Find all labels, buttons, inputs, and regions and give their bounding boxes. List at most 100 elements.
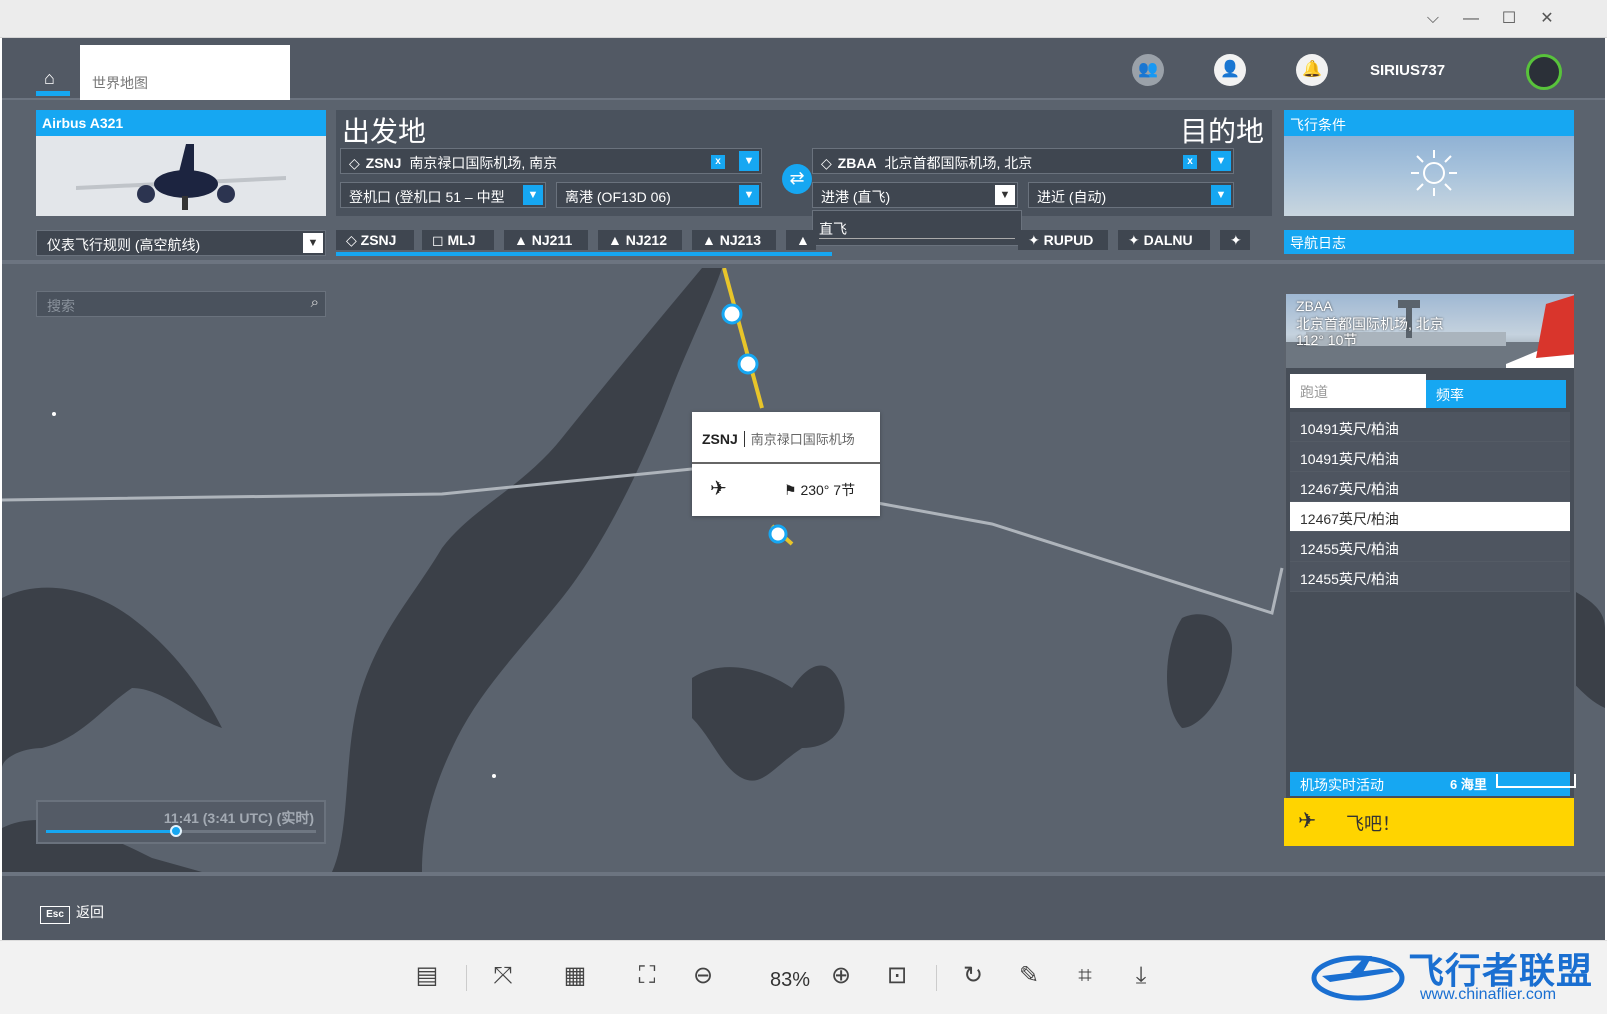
list-item[interactable]: 10491英尺/柏油 xyxy=(1290,412,1570,442)
approach-select[interactable]: 进近 (自动) ▼ xyxy=(1028,182,1234,208)
chevron-down-icon[interactable]: ▼ xyxy=(523,185,543,205)
arrival-procedure-value: 进港 (直飞) xyxy=(821,189,891,205)
waypoint-marker[interactable] xyxy=(737,353,759,375)
waypoint-chip[interactable]: ◇ ZSNJ xyxy=(336,230,414,250)
back-label: 返回 xyxy=(76,904,104,920)
ocr-icon[interactable]: ▦ xyxy=(558,959,592,993)
window-titlebar: ⌵ — ☐ ✕ xyxy=(0,0,1607,38)
swap-airports-button[interactable]: ⇄ xyxy=(782,164,812,194)
rotate-icon[interactable]: ↻ xyxy=(956,959,990,993)
waypoint-chip[interactable]: ✦ xyxy=(1220,230,1250,250)
home-icon: ⌂ xyxy=(44,68,55,88)
fly-button[interactable]: ✈ 飞吧！ xyxy=(1284,798,1574,846)
approach-value: 进近 (自动) xyxy=(1037,189,1107,205)
waypoint-chip[interactable]: ▲ NJ213 xyxy=(692,230,776,250)
departure-airport-name: 南京禄口国际机场, 南京 xyxy=(409,155,558,171)
departure-procedure-select[interactable]: 离港 (OF13D 06) ▼ xyxy=(556,182,762,208)
thumbnail-layout-icon[interactable]: ▤ xyxy=(410,959,444,993)
time-slider-handle[interactable] xyxy=(169,825,182,837)
zoom-level: 83% xyxy=(770,969,811,991)
waypoint-scroll-indicator xyxy=(336,252,832,256)
airport-icon: ◇ xyxy=(346,232,357,248)
fullscreen-icon[interactable]: ⛶ xyxy=(630,959,664,993)
list-item[interactable]: 12455英尺/柏油 xyxy=(1290,532,1570,562)
tab-frequencies[interactable]: 频率 xyxy=(1426,380,1566,408)
username[interactable]: SIRIUS737 xyxy=(1370,62,1445,79)
chevron-down-icon[interactable]: ▼ xyxy=(1211,151,1231,171)
chevron-down-icon[interactable]: ▼ xyxy=(739,185,759,205)
waypoint-marker[interactable] xyxy=(721,303,743,325)
airport-info-panel: ZBAA 北京首都国际机场, 北京 112° 10节 跑道 频率 10491英尺… xyxy=(1284,292,1576,804)
wind-value: 230° 7节 xyxy=(800,482,856,498)
clear-departure-icon[interactable]: x xyxy=(711,155,725,169)
airport-popup[interactable]: ZSNJ 南京禄口国际机场 ✈ ⚑ 230° 7节 xyxy=(692,412,880,516)
download-icon[interactable]: ⤓ xyxy=(1124,959,1158,993)
friends-icon[interactable]: 👥 xyxy=(1132,54,1164,86)
fix-icon: ▲ xyxy=(514,232,528,248)
departure-plane-icon: ✈ xyxy=(710,478,727,500)
gate-value: 登机口 (登机口 51 – 中型 xyxy=(349,189,505,205)
map-dot xyxy=(52,412,56,416)
popup-airport-code: ZSNJ xyxy=(702,431,745,447)
profile-icon[interactable]: 👤 xyxy=(1214,54,1246,86)
chevron-down-icon[interactable]: ⌵ xyxy=(1422,8,1444,30)
gate-select[interactable]: 登机口 (登机口 51 – 中型 ▼ xyxy=(340,182,546,208)
wind-info: ⚑ 230° 7节 xyxy=(784,480,855,500)
time-slider-track[interactable] xyxy=(46,825,316,837)
aircraft-name: Airbus A321 xyxy=(36,110,326,136)
chevron-down-icon[interactable]: ▼ xyxy=(1211,185,1231,205)
waypoint-label: NJ211 xyxy=(531,232,573,248)
destination-title: 目的地 xyxy=(1179,116,1264,147)
world-map-tab[interactable]: 世界地图 xyxy=(80,45,290,100)
minimize-icon[interactable]: — xyxy=(1460,8,1482,30)
flight-rules-select[interactable]: 仪表飞行规则 (高空航线) ▼ xyxy=(36,230,326,256)
home-tab-underline xyxy=(36,91,70,96)
list-item[interactable]: 12455英尺/柏油 xyxy=(1290,562,1570,592)
waypoint-chip[interactable]: ✦ DALNU xyxy=(1118,230,1210,250)
zoom-in-icon[interactable]: ⊕ xyxy=(824,959,858,993)
waypoint-chip[interactable]: ▲ NJ211 xyxy=(504,230,588,250)
time-slider-panel: 11:41 (3:41 UTC) (实时) xyxy=(36,800,326,844)
close-icon[interactable]: ✕ xyxy=(1536,8,1558,30)
runway-list: 10491英尺/柏油 10491英尺/柏油 12467英尺/柏油 12467英尺… xyxy=(1286,412,1574,592)
zoom-out-icon[interactable]: ⊖ xyxy=(686,959,720,993)
list-item[interactable]: 12467英尺/柏油 xyxy=(1290,472,1570,502)
waypoint-chip[interactable]: ◻ MLJ xyxy=(422,230,494,250)
clear-destination-icon[interactable]: x xyxy=(1183,155,1197,169)
search-icon[interactable]: ⌕ xyxy=(311,294,319,311)
waypoint-label: DALNU xyxy=(1143,232,1193,248)
fit-screen-icon[interactable]: ⤧ xyxy=(486,959,520,993)
airport-panel-metar: 112° 10节 xyxy=(1296,332,1358,348)
waypoint-chip[interactable]: ▲ xyxy=(786,230,816,250)
takeoff-icon: ✈ xyxy=(1298,808,1317,833)
edit-icon[interactable]: ✎ xyxy=(1012,959,1046,993)
flight-conditions-card[interactable]: 飞行条件 xyxy=(1284,110,1574,216)
aircraft-card[interactable]: Airbus A321 xyxy=(36,110,326,216)
map-scale: 6 海里 xyxy=(1450,774,1576,793)
list-item-selected[interactable]: 12467英尺/柏油 xyxy=(1290,502,1570,532)
time-slider-fill xyxy=(46,830,176,833)
list-item[interactable]: 10491英尺/柏油 xyxy=(1290,442,1570,472)
search-input[interactable]: 搜索 ⌕ xyxy=(36,291,326,317)
maximize-icon[interactable]: ☐ xyxy=(1498,8,1520,30)
chevron-down-icon[interactable]: ▼ xyxy=(995,185,1015,205)
nav-log-button[interactable]: 导航日志 xyxy=(1284,230,1574,254)
crop-icon[interactable]: ⌗ xyxy=(1068,959,1102,993)
location-pin-icon: ◇ xyxy=(349,155,360,171)
location-pin-icon: ◇ xyxy=(821,155,832,171)
notification-icon[interactable]: 🔔 xyxy=(1296,54,1328,86)
destination-airport-field[interactable]: ◇ ZBAA 北京首都国际机场, 北京 x ▼ xyxy=(812,148,1234,174)
actual-size-icon[interactable]: ⊡ xyxy=(880,959,914,993)
status-indicator[interactable] xyxy=(1526,54,1562,90)
home-tab[interactable]: ⌂ xyxy=(36,46,70,96)
waypoint-label: MLJ xyxy=(447,232,476,248)
waypoint-chip[interactable]: ✦ RUPUD xyxy=(1018,230,1108,250)
chevron-down-icon[interactable]: ▼ xyxy=(739,151,759,171)
waypoint-chip[interactable]: ▲ NJ212 xyxy=(598,230,682,250)
chevron-down-icon[interactable]: ▼ xyxy=(303,233,323,253)
back-button[interactable]: Esc 返回 xyxy=(40,902,104,924)
tab-runways[interactable]: 跑道 xyxy=(1290,374,1426,408)
airport-marker[interactable] xyxy=(768,524,788,544)
departure-airport-field[interactable]: ◇ ZSNJ 南京禄口国际机场, 南京 x ▼ xyxy=(340,148,762,174)
arrival-procedure-select[interactable]: 进港 (直飞) ▼ xyxy=(812,182,1018,208)
